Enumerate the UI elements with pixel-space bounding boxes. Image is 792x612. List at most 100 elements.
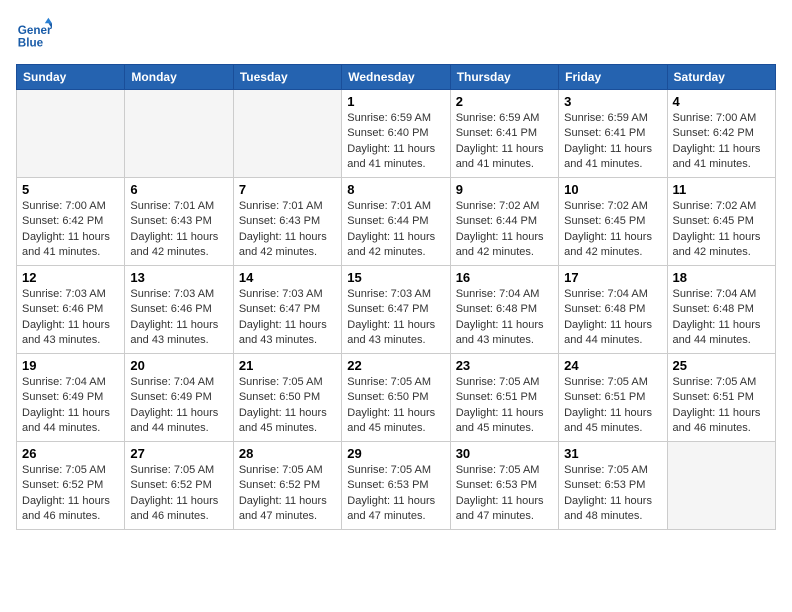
day-info: Sunrise: 7:01 AMSunset: 6:43 PMDaylight:… bbox=[239, 199, 336, 261]
day-number: 4 bbox=[673, 94, 770, 109]
calendar-day-cell: 11 Sunrise: 7:02 AMSunset: 6:45 PMDayligh… bbox=[667, 178, 775, 266]
day-number: 16 bbox=[456, 270, 553, 285]
calendar-day-cell: 17 Sunrise: 7:04 AMSunset: 6:48 PMDayligh… bbox=[559, 266, 667, 354]
day-number: 8 bbox=[347, 182, 444, 197]
calendar-day-cell: 27 Sunrise: 7:05 AMSunset: 6:52 PMDayligh… bbox=[125, 442, 233, 530]
day-info: Sunrise: 6:59 AMSunset: 6:41 PMDaylight:… bbox=[456, 111, 553, 173]
day-info: Sunrise: 6:59 AMSunset: 6:41 PMDaylight:… bbox=[564, 111, 661, 173]
day-number: 1 bbox=[347, 94, 444, 109]
calendar-day-cell: 3 Sunrise: 6:59 AMSunset: 6:41 PMDaylight… bbox=[559, 90, 667, 178]
day-number: 2 bbox=[456, 94, 553, 109]
day-number: 30 bbox=[456, 446, 553, 461]
day-number: 12 bbox=[22, 270, 119, 285]
calendar-day-cell: 12 Sunrise: 7:03 AMSunset: 6:46 PMDayligh… bbox=[17, 266, 125, 354]
calendar-week-row: 26 Sunrise: 7:05 AMSunset: 6:52 PMDayligh… bbox=[17, 442, 776, 530]
day-number: 21 bbox=[239, 358, 336, 373]
calendar-table: SundayMondayTuesdayWednesdayThursdayFrid… bbox=[16, 64, 776, 530]
day-number: 24 bbox=[564, 358, 661, 373]
calendar-day-cell: 16 Sunrise: 7:04 AMSunset: 6:48 PMDayligh… bbox=[450, 266, 558, 354]
calendar-day-cell: 21 Sunrise: 7:05 AMSunset: 6:50 PMDayligh… bbox=[233, 354, 341, 442]
calendar-day-cell bbox=[125, 90, 233, 178]
weekday-header: Thursday bbox=[450, 65, 558, 90]
weekday-header: Sunday bbox=[17, 65, 125, 90]
day-number: 3 bbox=[564, 94, 661, 109]
day-number: 19 bbox=[22, 358, 119, 373]
day-info: Sunrise: 7:05 AMSunset: 6:53 PMDaylight:… bbox=[564, 463, 661, 525]
calendar-day-cell: 26 Sunrise: 7:05 AMSunset: 6:52 PMDayligh… bbox=[17, 442, 125, 530]
day-number: 26 bbox=[22, 446, 119, 461]
day-info: Sunrise: 7:05 AMSunset: 6:51 PMDaylight:… bbox=[564, 375, 661, 437]
day-number: 5 bbox=[22, 182, 119, 197]
day-number: 22 bbox=[347, 358, 444, 373]
day-number: 23 bbox=[456, 358, 553, 373]
day-info: Sunrise: 7:04 AMSunset: 6:48 PMDaylight:… bbox=[456, 287, 553, 349]
day-info: Sunrise: 7:04 AMSunset: 6:48 PMDaylight:… bbox=[673, 287, 770, 349]
day-number: 18 bbox=[673, 270, 770, 285]
day-number: 7 bbox=[239, 182, 336, 197]
day-info: Sunrise: 7:05 AMSunset: 6:50 PMDaylight:… bbox=[347, 375, 444, 437]
day-info: Sunrise: 7:00 AMSunset: 6:42 PMDaylight:… bbox=[22, 199, 119, 261]
calendar-day-cell: 1 Sunrise: 6:59 AMSunset: 6:40 PMDaylight… bbox=[342, 90, 450, 178]
day-info: Sunrise: 7:05 AMSunset: 6:50 PMDaylight:… bbox=[239, 375, 336, 437]
page-header: General Blue bbox=[16, 16, 776, 52]
day-info: Sunrise: 7:01 AMSunset: 6:43 PMDaylight:… bbox=[130, 199, 227, 261]
weekday-header: Saturday bbox=[667, 65, 775, 90]
calendar-day-cell: 25Sunrise: 7:05 AMSunset: 6:51 PMDayligh… bbox=[667, 354, 775, 442]
calendar-day-cell: 10Sunrise: 7:02 AMSunset: 6:45 PMDayligh… bbox=[559, 178, 667, 266]
calendar-day-cell: 31 Sunrise: 7:05 AMSunset: 6:53 PMDayligh… bbox=[559, 442, 667, 530]
weekday-header: Monday bbox=[125, 65, 233, 90]
logo-icon: General Blue bbox=[16, 16, 52, 52]
calendar-day-cell: 14 Sunrise: 7:03 AMSunset: 6:47 PMDayligh… bbox=[233, 266, 341, 354]
day-info: Sunrise: 7:00 AMSunset: 6:42 PMDaylight:… bbox=[673, 111, 770, 173]
day-info: Sunrise: 7:05 AMSunset: 6:52 PMDaylight:… bbox=[22, 463, 119, 525]
day-number: 29 bbox=[347, 446, 444, 461]
day-info: Sunrise: 7:03 AMSunset: 6:47 PMDaylight:… bbox=[239, 287, 336, 349]
day-info: Sunrise: 7:03 AMSunset: 6:47 PMDaylight:… bbox=[347, 287, 444, 349]
calendar-day-cell: 8Sunrise: 7:01 AMSunset: 6:44 PMDaylight… bbox=[342, 178, 450, 266]
day-number: 20 bbox=[130, 358, 227, 373]
calendar-day-cell: 18 Sunrise: 7:04 AMSunset: 6:48 PMDayligh… bbox=[667, 266, 775, 354]
weekday-header: Friday bbox=[559, 65, 667, 90]
day-number: 15 bbox=[347, 270, 444, 285]
day-number: 13 bbox=[130, 270, 227, 285]
calendar-day-cell: 13 Sunrise: 7:03 AMSunset: 6:46 PMDayligh… bbox=[125, 266, 233, 354]
day-info: Sunrise: 7:05 AMSunset: 6:53 PMDaylight:… bbox=[347, 463, 444, 525]
day-info: Sunrise: 7:02 AMSunset: 6:45 PMDaylight:… bbox=[564, 199, 661, 261]
calendar-day-cell: 4 Sunrise: 7:00 AMSunset: 6:42 PMDaylight… bbox=[667, 90, 775, 178]
calendar-day-cell bbox=[233, 90, 341, 178]
calendar-header-row: SundayMondayTuesdayWednesdayThursdayFrid… bbox=[17, 65, 776, 90]
day-info: Sunrise: 7:02 AMSunset: 6:44 PMDaylight:… bbox=[456, 199, 553, 261]
day-number: 28 bbox=[239, 446, 336, 461]
day-number: 14 bbox=[239, 270, 336, 285]
calendar-day-cell: 19Sunrise: 7:04 AMSunset: 6:49 PMDayligh… bbox=[17, 354, 125, 442]
calendar-day-cell: 9 Sunrise: 7:02 AMSunset: 6:44 PMDaylight… bbox=[450, 178, 558, 266]
calendar-day-cell bbox=[17, 90, 125, 178]
day-info: Sunrise: 7:04 AMSunset: 6:48 PMDaylight:… bbox=[564, 287, 661, 349]
calendar-day-cell bbox=[667, 442, 775, 530]
day-info: Sunrise: 7:04 AMSunset: 6:49 PMDaylight:… bbox=[130, 375, 227, 437]
day-info: Sunrise: 7:03 AMSunset: 6:46 PMDaylight:… bbox=[130, 287, 227, 349]
day-info: Sunrise: 6:59 AMSunset: 6:40 PMDaylight:… bbox=[347, 111, 444, 173]
day-number: 17 bbox=[564, 270, 661, 285]
day-info: Sunrise: 7:05 AMSunset: 6:52 PMDaylight:… bbox=[239, 463, 336, 525]
svg-text:Blue: Blue bbox=[18, 37, 44, 50]
day-info: Sunrise: 7:02 AMSunset: 6:45 PMDaylight:… bbox=[673, 199, 770, 261]
day-number: 11 bbox=[673, 182, 770, 197]
day-info: Sunrise: 7:05 AMSunset: 6:51 PMDaylight:… bbox=[673, 375, 770, 437]
day-number: 6 bbox=[130, 182, 227, 197]
day-number: 27 bbox=[130, 446, 227, 461]
calendar-day-cell: 29 Sunrise: 7:05 AMSunset: 6:53 PMDayligh… bbox=[342, 442, 450, 530]
calendar-day-cell: 23Sunrise: 7:05 AMSunset: 6:51 PMDayligh… bbox=[450, 354, 558, 442]
day-info: Sunrise: 7:03 AMSunset: 6:46 PMDaylight:… bbox=[22, 287, 119, 349]
day-info: Sunrise: 7:05 AMSunset: 6:52 PMDaylight:… bbox=[130, 463, 227, 525]
calendar-day-cell: 5 Sunrise: 7:00 AMSunset: 6:42 PMDaylight… bbox=[17, 178, 125, 266]
calendar-week-row: 19 Sunrise: 7:04 AMSunset: 6:49 PMDayligh… bbox=[17, 354, 776, 442]
calendar-day-cell: 20 Sunrise: 7:04 AMSunset: 6:49 PMDayligh… bbox=[125, 354, 233, 442]
day-number: 9 bbox=[456, 182, 553, 197]
calendar-day-cell: 28 Sunrise: 7:05 AMSunset: 6:52 PMDayligh… bbox=[233, 442, 341, 530]
day-number: 31 bbox=[564, 446, 661, 461]
calendar-day-cell: 30Sunrise: 7:05 AMSunset: 6:53 PMDayligh… bbox=[450, 442, 558, 530]
calendar-day-cell: 6 Sunrise: 7:01 AMSunset: 6:43 PMDaylight… bbox=[125, 178, 233, 266]
calendar-day-cell: 15 Sunrise: 7:03 AMSunset: 6:47 PMDayligh… bbox=[342, 266, 450, 354]
calendar-day-cell: 2 Sunrise: 6:59 AMSunset: 6:41 PMDaylight… bbox=[450, 90, 558, 178]
